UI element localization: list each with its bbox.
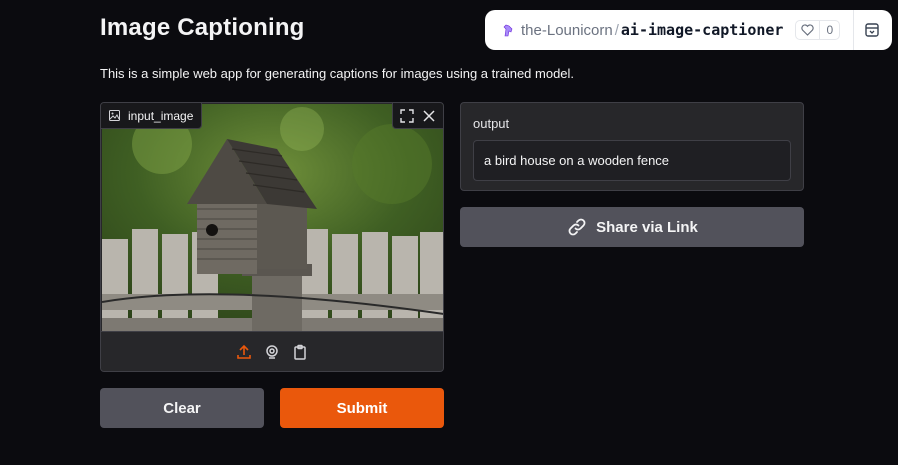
like-button[interactable]: 0 (795, 20, 841, 40)
clear-button[interactable]: Clear (100, 388, 264, 428)
space-logo-icon (501, 23, 515, 37)
share-button-label: Share via Link (596, 218, 698, 236)
uploaded-image (102, 104, 443, 332)
input-image-panel: input_image (100, 102, 444, 372)
upload-icon[interactable] (235, 343, 253, 361)
output-label: output (473, 116, 510, 131)
webcam-icon[interactable] (263, 343, 281, 361)
image-icon (109, 110, 120, 121)
submit-button[interactable]: Submit (280, 388, 444, 428)
heart-icon (796, 21, 821, 39)
page-title: Image Captioning (100, 14, 305, 41)
space-badge: the-Lounicorn / ai-image-captioner 0 (485, 10, 892, 50)
collapse-icon[interactable] (863, 21, 881, 39)
clipboard-icon[interactable] (291, 343, 309, 361)
space-repo-link[interactable]: ai-image-captioner (621, 21, 784, 39)
app-root: Image Captioning This is a simple web ap… (0, 0, 898, 465)
close-icon[interactable] (421, 108, 437, 124)
image-source-bar (101, 331, 443, 371)
badge-divider (853, 10, 854, 50)
share-via-link-button[interactable]: Share via Link (460, 207, 804, 247)
input-image-label: input_image (101, 103, 203, 129)
output-panel: output a bird house on a wooden fence (460, 102, 804, 191)
badge-separator: / (614, 21, 619, 39)
link-icon (566, 216, 588, 238)
fullscreen-icon[interactable] (399, 108, 415, 124)
input-image-label-text: input_image (128, 108, 194, 123)
space-owner-link[interactable]: the-Lounicorn (521, 22, 613, 39)
output-textbox[interactable]: a bird house on a wooden fence (473, 140, 791, 181)
image-toolbar (392, 103, 443, 129)
page-description: This is a simple web app for generating … (100, 66, 575, 81)
like-count: 0 (826, 23, 834, 37)
